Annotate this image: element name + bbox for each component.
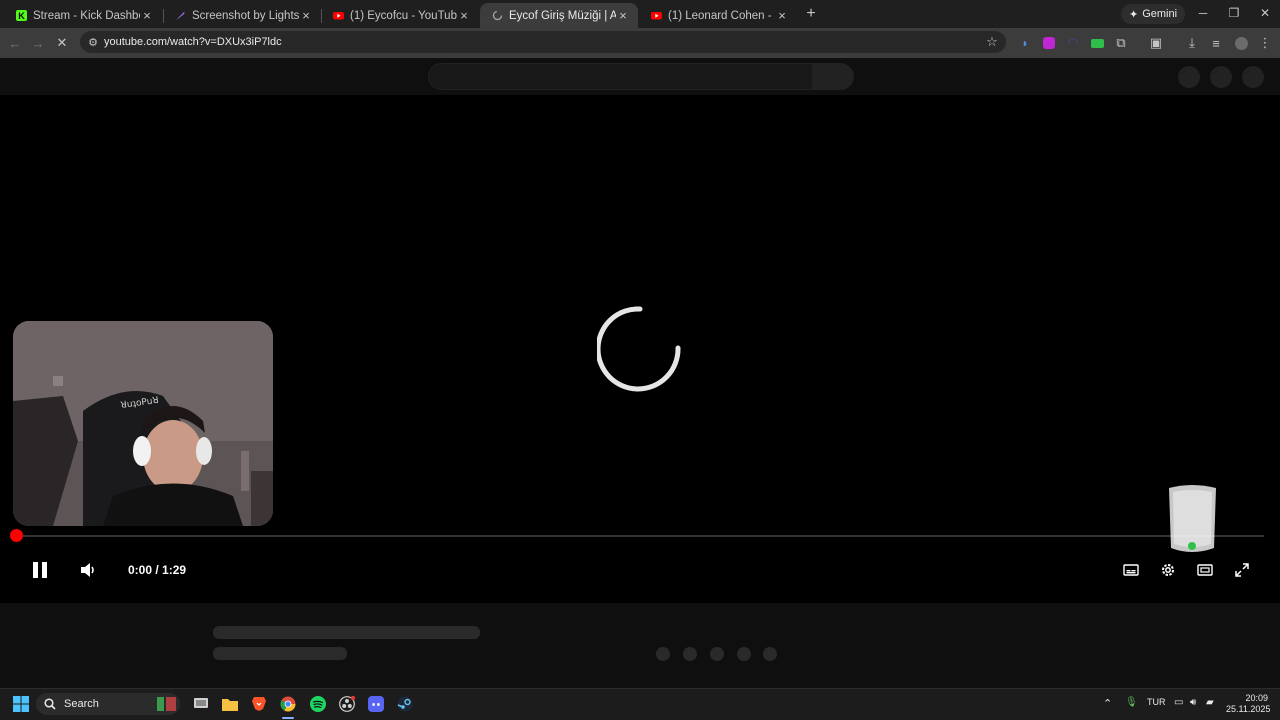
- extension-dark-icon[interactable]: ◠: [1064, 34, 1082, 52]
- gemini-sparkle-icon: ✦: [1129, 8, 1139, 21]
- masthead-avatar-placeholder[interactable]: [1242, 66, 1264, 88]
- tab-youtube-eycofcu[interactable]: (1) Eycofcu - YouTube ×: [321, 3, 479, 28]
- gear-icon: [1162, 564, 1174, 576]
- steam-icon[interactable]: [395, 694, 415, 714]
- discord-icon[interactable]: [366, 694, 386, 714]
- youtube-icon: [333, 10, 344, 21]
- close-tab-icon[interactable]: ×: [299, 8, 313, 23]
- widgets-icon: [157, 697, 176, 711]
- close-tab-icon[interactable]: ×: [616, 8, 630, 23]
- fullscreen-icon: [1235, 563, 1249, 577]
- clock-time: 20:09: [1245, 693, 1268, 703]
- close-window-icon[interactable]: ✕: [1257, 6, 1273, 20]
- minimize-icon[interactable]: ─: [1195, 6, 1211, 20]
- pause-icon: [33, 562, 47, 578]
- extension-green-icon[interactable]: [1088, 34, 1106, 52]
- reading-mode-icon[interactable]: ▣: [1147, 34, 1165, 52]
- pause-button[interactable]: [29, 559, 51, 581]
- masthead-button-placeholder[interactable]: [1178, 66, 1200, 88]
- site-info-icon[interactable]: ⚙: [84, 33, 102, 51]
- cup-overlay-image: [1169, 485, 1216, 552]
- tab-kick-dashboard[interactable]: K Stream - Kick Dashboard ×: [4, 3, 162, 28]
- file-explorer-icon[interactable]: [220, 694, 240, 714]
- chrome-icon[interactable]: [278, 694, 298, 719]
- extension-pink-icon[interactable]: [1040, 34, 1058, 52]
- volume-icon[interactable]: 🔊︎: [1190, 697, 1196, 708]
- webcam-overlay: ꓤuʇoꓑuꓤ: [13, 321, 273, 526]
- windows-start-icon[interactable]: [11, 694, 31, 714]
- gemini-label: Gemini: [1142, 8, 1178, 20]
- loading-spinner: [597, 306, 681, 392]
- search-bar-placeholder[interactable]: [428, 63, 814, 90]
- media-controls-icon[interactable]: ≡: [1207, 34, 1225, 52]
- kick-icon: K: [16, 10, 27, 21]
- tab-title: Eycof Giriş Müziği | Age of Emp: [509, 9, 616, 22]
- stop-loading-icon[interactable]: ✕: [53, 34, 71, 52]
- obs-icon[interactable]: [337, 694, 357, 714]
- action-placeholder: [656, 647, 670, 661]
- network-icon[interactable]: ▭: [1174, 697, 1183, 708]
- close-tab-icon[interactable]: ×: [457, 8, 471, 23]
- gemini-button[interactable]: ✦ Gemini: [1121, 4, 1186, 24]
- tab-eycof-giris-muzigi[interactable]: Eycof Giriş Müziği | Age of Emp ×: [480, 3, 638, 28]
- task-view-icon[interactable]: [191, 694, 211, 714]
- progress-bar[interactable]: [16, 535, 1264, 537]
- restore-icon[interactable]: ❐: [1226, 6, 1242, 20]
- action-placeholder: [683, 647, 697, 661]
- bookmark-star-icon[interactable]: ☆: [983, 33, 1001, 51]
- spotify-icon[interactable]: [308, 694, 328, 714]
- close-tab-icon[interactable]: ×: [775, 8, 789, 23]
- close-tab-icon[interactable]: ×: [140, 8, 154, 23]
- taskbar-clock[interactable]: 20:09 25.11.2025: [1226, 693, 1271, 715]
- extensions-puzzle-icon[interactable]: ⧉: [1112, 34, 1130, 52]
- theater-mode-button[interactable]: [1194, 559, 1216, 581]
- downloads-icon[interactable]: ⤓: [1183, 34, 1201, 52]
- url-text: youtube.com/watch?v=DXUx3iP7ldc: [104, 36, 282, 48]
- browser-menu-icon[interactable]: ⋮: [1256, 34, 1274, 52]
- show-hidden-icons-chevron-icon[interactable]: ⌃: [1103, 697, 1112, 710]
- masthead-button-placeholder[interactable]: [1210, 66, 1232, 88]
- search-button-placeholder[interactable]: [812, 63, 854, 90]
- subtitle-placeholder: [213, 647, 347, 660]
- settings-button[interactable]: [1157, 559, 1179, 581]
- tab-title: Stream - Kick Dashboard: [33, 9, 140, 22]
- profile-avatar[interactable]: [1232, 34, 1250, 52]
- progress-scrubber[interactable]: [9, 529, 23, 542]
- tab-leonard-cohen[interactable]: (1) Leonard Cohen - Lullaby (Of ×: [639, 3, 797, 28]
- subtitles-icon: [1123, 564, 1139, 576]
- time-display: 0:00 / 1:29: [128, 563, 187, 577]
- loading-icon: [492, 10, 503, 21]
- new-tab-icon[interactable]: +: [803, 5, 819, 23]
- action-placeholder: [737, 647, 751, 661]
- battery-icon[interactable]: ▰: [1206, 697, 1214, 708]
- forward-icon[interactable]: →: [29, 34, 47, 52]
- lightshot-feather-icon: [175, 10, 186, 21]
- subtitles-button[interactable]: [1120, 559, 1142, 581]
- search-icon: [44, 698, 56, 710]
- microphone-icon[interactable]: 🎙︎: [1125, 697, 1138, 708]
- action-placeholder: [710, 647, 724, 661]
- extension-audio-icon[interactable]: ◗: [1016, 34, 1034, 52]
- tab-title: (1) Leonard Cohen - Lullaby (Of: [668, 9, 775, 22]
- tab-title: Screenshot by Lightshot: [192, 9, 299, 22]
- back-icon[interactable]: ←: [6, 34, 24, 52]
- webcam-person-image: ꓤuʇoꓑuꓤ: [13, 321, 273, 526]
- brave-icon[interactable]: [249, 694, 269, 714]
- taskbar-search[interactable]: Search: [36, 693, 180, 715]
- title-placeholder: [213, 626, 480, 639]
- volume-icon: [81, 563, 94, 577]
- action-placeholder: [763, 647, 777, 661]
- mute-button[interactable]: [78, 559, 100, 581]
- fullscreen-button[interactable]: [1231, 559, 1253, 581]
- input-language[interactable]: TUR: [1147, 697, 1166, 707]
- tab-title: (1) Eycofcu - YouTube: [350, 9, 457, 22]
- search-label: Search: [64, 698, 99, 710]
- youtube-icon: [651, 10, 662, 21]
- clock-date: 25.11.2025: [1226, 704, 1271, 714]
- browser-tab-strip: K Stream - Kick Dashboard × Screenshot b…: [0, 0, 1280, 28]
- tab-lightshot[interactable]: Screenshot by Lightshot ×: [163, 3, 321, 28]
- theater-mode-icon: [1197, 564, 1213, 576]
